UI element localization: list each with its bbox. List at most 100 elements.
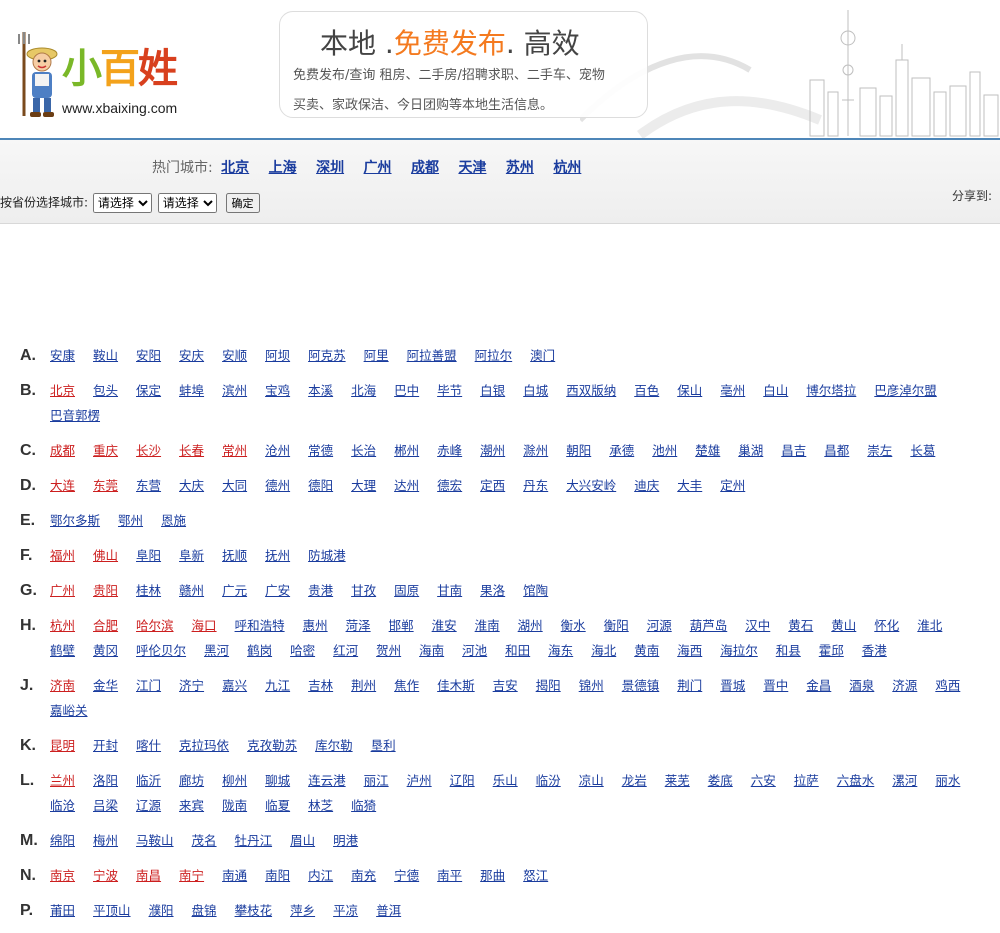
city-link[interactable]: 白山	[763, 378, 788, 403]
city-link[interactable]: 黄冈	[93, 638, 118, 663]
city-link[interactable]: 柳州	[222, 768, 247, 793]
city-link[interactable]: 济南	[50, 673, 75, 698]
city-link[interactable]: 安庆	[179, 343, 204, 368]
city-link[interactable]: 林芝	[308, 793, 333, 818]
city-link[interactable]: 宝鸡	[265, 378, 290, 403]
city-link[interactable]: 西双版纳	[566, 378, 616, 403]
hot-city-link[interactable]: 上海	[269, 160, 297, 176]
city-link[interactable]: 甘孜	[351, 578, 376, 603]
city-link[interactable]: 贺州	[376, 638, 401, 663]
city-link[interactable]: 盘锦	[192, 898, 217, 923]
city-link[interactable]: 长沙	[136, 438, 161, 463]
city-link[interactable]: 普洱	[376, 898, 401, 923]
city-link[interactable]: 安顺	[222, 343, 247, 368]
city-link[interactable]: 南通	[222, 863, 247, 888]
city-link[interactable]: 达州	[394, 473, 419, 498]
city-link[interactable]: 红河	[333, 638, 358, 663]
city-link[interactable]: 泸州	[407, 768, 432, 793]
city-link[interactable]: 宁德	[394, 863, 419, 888]
city-link[interactable]: 和田	[505, 638, 530, 663]
city-select[interactable]: 请选择	[157, 193, 217, 213]
city-link[interactable]: 莱芜	[665, 768, 690, 793]
city-link[interactable]: 海西	[677, 638, 702, 663]
city-link[interactable]: 萍乡	[290, 898, 315, 923]
city-link[interactable]: 广元	[222, 578, 247, 603]
city-link[interactable]: 吕梁	[93, 793, 118, 818]
city-link[interactable]: 娄底	[708, 768, 733, 793]
city-link[interactable]: 昌都	[824, 438, 849, 463]
city-link[interactable]: 亳州	[720, 378, 745, 403]
city-link[interactable]: 聊城	[265, 768, 290, 793]
city-link[interactable]: 焦作	[394, 673, 419, 698]
city-link[interactable]: 澳门	[530, 343, 555, 368]
city-link[interactable]: 楚雄	[695, 438, 720, 463]
city-link[interactable]: 南平	[437, 863, 462, 888]
city-link[interactable]: 金华	[93, 673, 118, 698]
city-link[interactable]: 濮阳	[149, 898, 174, 923]
hot-city-link[interactable]: 深圳	[316, 160, 344, 176]
city-link[interactable]: 嘉峪关	[50, 698, 88, 723]
site-logo[interactable]: 小百姓 www.xbaixing.com	[18, 30, 218, 122]
city-link[interactable]: 陇南	[222, 793, 247, 818]
city-link[interactable]: 长治	[351, 438, 376, 463]
city-link[interactable]: 大同	[222, 473, 247, 498]
city-link[interactable]: 阿拉善盟	[407, 343, 457, 368]
city-link[interactable]: 和县	[776, 638, 801, 663]
city-link[interactable]: 大丰	[677, 473, 702, 498]
city-link[interactable]: 内江	[308, 863, 333, 888]
city-link[interactable]: 博尔塔拉	[806, 378, 856, 403]
city-link[interactable]: 百色	[634, 378, 659, 403]
city-link[interactable]: 阜新	[179, 543, 204, 568]
city-link[interactable]: 丽水	[935, 768, 960, 793]
city-link[interactable]: 哈尔滨	[136, 613, 174, 638]
city-link[interactable]: 杭州	[50, 613, 75, 638]
city-link[interactable]: 揭阳	[536, 673, 561, 698]
city-link[interactable]: 鹤岗	[247, 638, 272, 663]
city-link[interactable]: 合肥	[93, 613, 118, 638]
city-link[interactable]: 鄂尔多斯	[50, 508, 100, 533]
city-link[interactable]: 赣州	[179, 578, 204, 603]
city-link[interactable]: 河池	[462, 638, 487, 663]
city-link[interactable]: 大连	[50, 473, 75, 498]
city-link[interactable]: 衡水	[561, 613, 586, 638]
hot-city-link[interactable]: 北京	[221, 160, 249, 176]
city-link[interactable]: 滁州	[523, 438, 548, 463]
city-link[interactable]: 德州	[265, 473, 290, 498]
city-link[interactable]: 大庆	[179, 473, 204, 498]
city-link[interactable]: 河源	[647, 613, 672, 638]
city-link[interactable]: 莆田	[50, 898, 75, 923]
city-link[interactable]: 崇左	[867, 438, 892, 463]
city-link[interactable]: 库尔勒	[315, 733, 353, 758]
share-label[interactable]: 分享到:	[952, 187, 992, 204]
city-link[interactable]: 海南	[419, 638, 444, 663]
city-link[interactable]: 白城	[523, 378, 548, 403]
city-link[interactable]: 来宾	[179, 793, 204, 818]
city-link[interactable]: 南京	[50, 863, 75, 888]
city-link[interactable]: 汉中	[745, 613, 770, 638]
city-link[interactable]: 南阳	[265, 863, 290, 888]
city-link[interactable]: 巴音郭楞	[50, 403, 100, 428]
city-link[interactable]: 巢湖	[738, 438, 763, 463]
city-link[interactable]: 恩施	[161, 508, 186, 533]
city-link[interactable]: 鞍山	[93, 343, 118, 368]
city-link[interactable]: 哈密	[290, 638, 315, 663]
city-link[interactable]: 抚州	[265, 543, 290, 568]
city-link[interactable]: 海口	[192, 613, 217, 638]
city-link[interactable]: 临沧	[50, 793, 75, 818]
city-link[interactable]: 临猗	[351, 793, 376, 818]
city-link[interactable]: 佳木斯	[437, 673, 475, 698]
hot-city-link[interactable]: 苏州	[506, 160, 534, 176]
city-link[interactable]: 淮北	[917, 613, 942, 638]
city-link[interactable]: 喀什	[136, 733, 161, 758]
city-link[interactable]: 广州	[50, 578, 75, 603]
city-link[interactable]: 北京	[50, 378, 75, 403]
city-link[interactable]: 东营	[136, 473, 161, 498]
city-link[interactable]: 晋城	[720, 673, 745, 698]
city-link[interactable]: 东莞	[93, 473, 118, 498]
city-link[interactable]: 贵港	[308, 578, 333, 603]
city-link[interactable]: 白银	[480, 378, 505, 403]
city-link[interactable]: 甘南	[437, 578, 462, 603]
city-link[interactable]: 葫芦岛	[690, 613, 728, 638]
city-link[interactable]: 保定	[136, 378, 161, 403]
confirm-button[interactable]: 确定	[225, 193, 260, 213]
